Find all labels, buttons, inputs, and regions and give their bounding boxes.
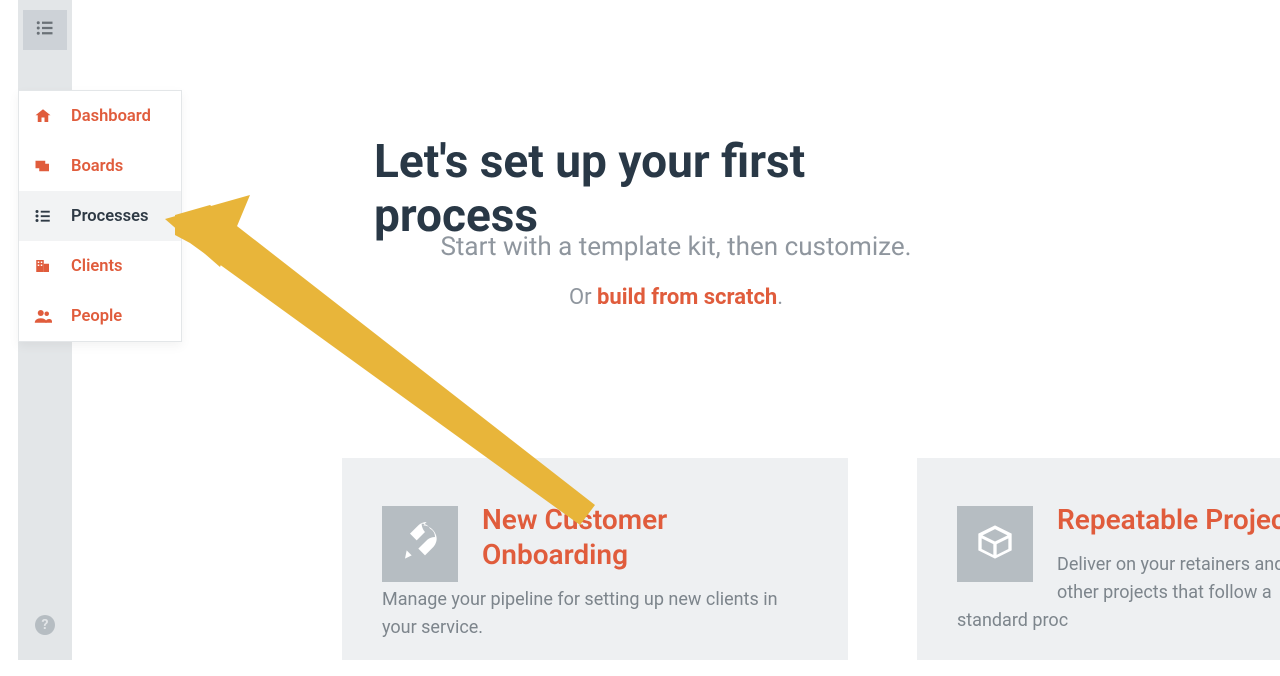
help-button[interactable]: ? — [35, 615, 55, 635]
box-icon — [975, 522, 1015, 566]
menu-toggle-button[interactable] — [23, 10, 67, 50]
template-card-onboarding[interactable]: New Customer Onboarding Manage your pipe… — [342, 458, 848, 660]
rocket-icon — [400, 522, 440, 566]
main-content: Let's set up your first process Start wi… — [72, 0, 1280, 660]
office-icon — [33, 256, 53, 276]
page-subtitle: Start with a template kit, then customiz… — [440, 232, 911, 262]
card-icon-tile — [382, 506, 458, 582]
people-icon — [33, 306, 53, 326]
template-card-repeatable[interactable]: Repeatable Projects Deliver on your reta… — [917, 458, 1280, 660]
page-title: Let's set up your first process — [374, 135, 978, 243]
subtitle2-suffix: . — [777, 285, 783, 310]
subtitle2-prefix: Or — [569, 285, 597, 310]
card-icon-tile — [957, 506, 1033, 582]
page-subtitle-2: Or build from scratch. — [569, 285, 783, 310]
boards-icon — [33, 156, 53, 176]
card-description: Manage your pipeline for setting up new … — [382, 586, 808, 642]
process-list-icon — [35, 19, 55, 41]
build-from-scratch-link[interactable]: build from scratch — [597, 285, 777, 310]
process-list-icon — [33, 206, 53, 226]
home-icon — [33, 106, 53, 126]
